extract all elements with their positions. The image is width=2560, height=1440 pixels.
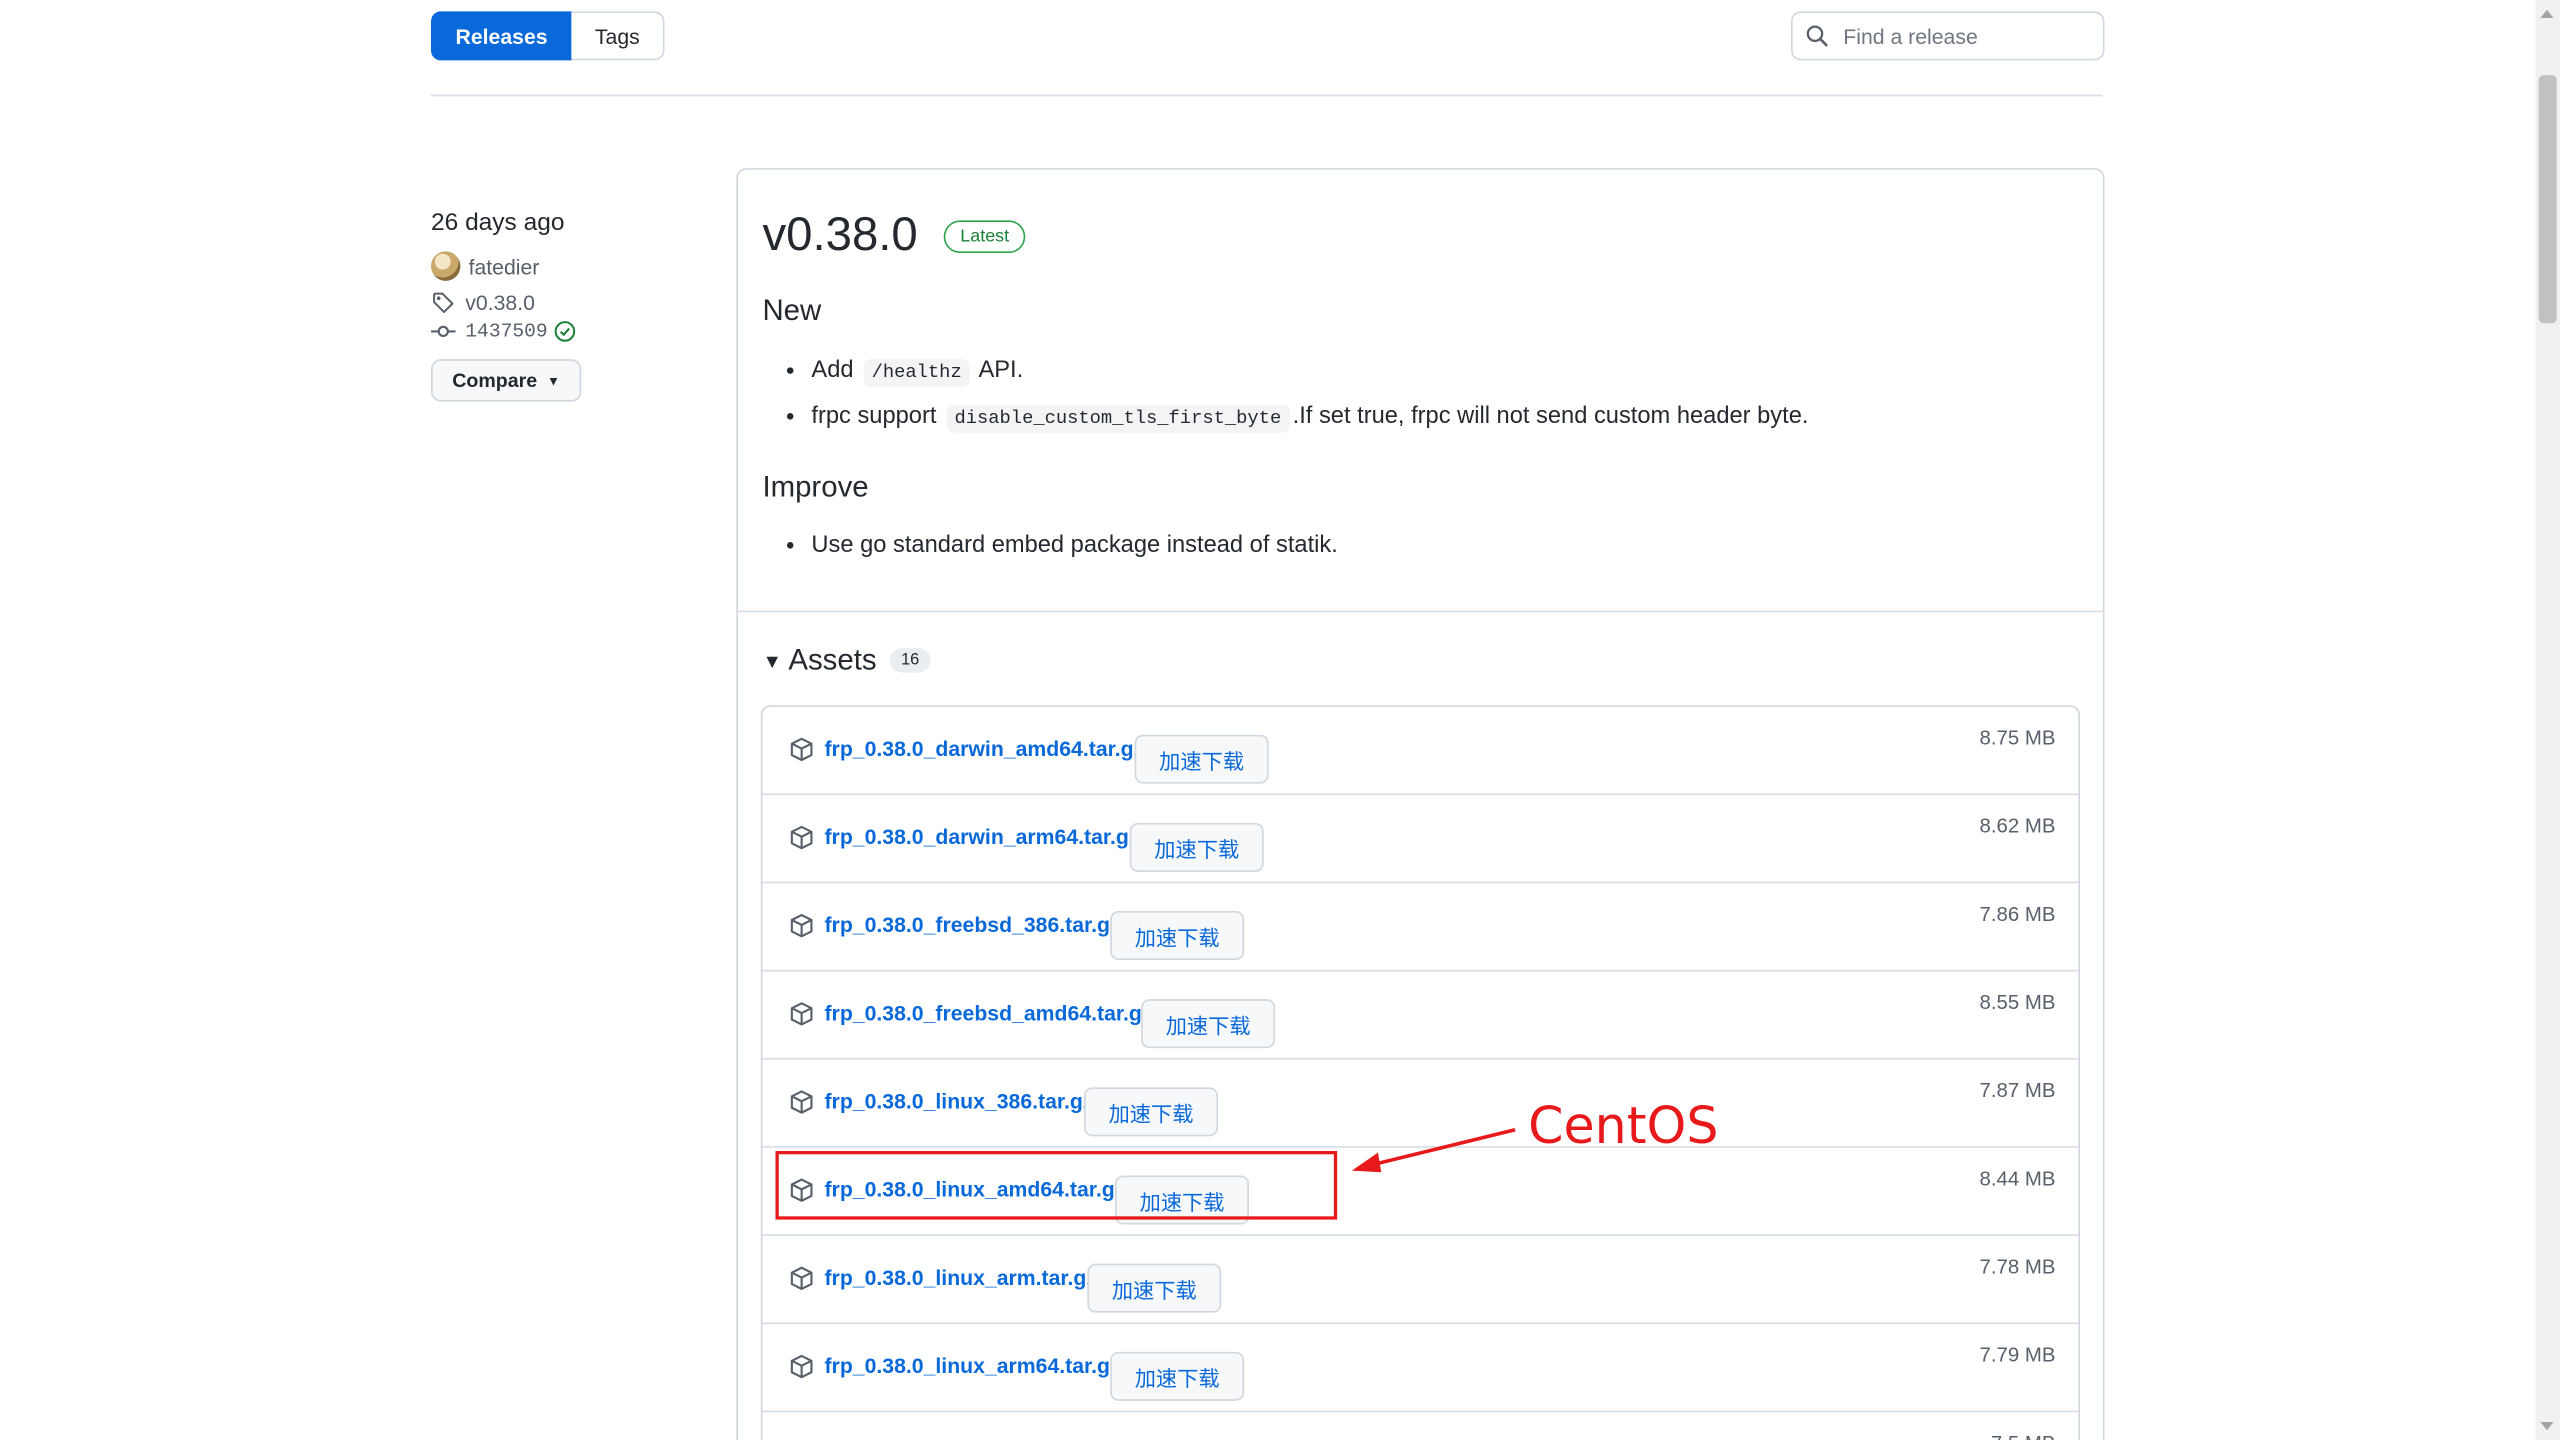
list-item: Add /healthz API. bbox=[811, 356, 1808, 389]
list-item: Use go standard embed package instead of… bbox=[811, 531, 1337, 560]
latest-badge: Latest bbox=[943, 219, 1026, 253]
scroll-up-icon[interactable] bbox=[2540, 9, 2554, 18]
accelerated-download-button[interactable]: 加速下载 bbox=[1084, 1087, 1218, 1137]
asset-size: 7.87 MB bbox=[1979, 1079, 2056, 1103]
scrollbar-thumb[interactable] bbox=[2538, 75, 2557, 324]
asset-size: 8.62 MB bbox=[1979, 814, 2056, 838]
scroll-down-icon[interactable] bbox=[2540, 1422, 2554, 1431]
divider bbox=[431, 94, 2103, 97]
release-search[interactable] bbox=[1791, 11, 2105, 61]
accelerated-download-button[interactable]: 加速下载 bbox=[1087, 1263, 1222, 1313]
asset-size: 7.86 MB bbox=[1979, 902, 2056, 926]
caret-down-icon: ▼ bbox=[546, 373, 560, 388]
release-card: v0.38.0 Latest New Add /healthz API. frp… bbox=[736, 168, 2105, 1440]
author-row[interactable]: fatedier bbox=[431, 251, 725, 281]
annotation-label: CentOS bbox=[1528, 1097, 1719, 1156]
asset-link[interactable]: frp_0.38.0_freebsd_amd64.tar.gz bbox=[824, 1001, 1152, 1025]
verified-check-icon bbox=[554, 320, 577, 343]
triangle-down-icon: ▼ bbox=[762, 648, 782, 672]
asset-size: 7.78 MB bbox=[1979, 1255, 2056, 1279]
tab-tags[interactable]: Tags bbox=[572, 11, 665, 61]
commit-row[interactable]: 1437509 bbox=[431, 320, 725, 343]
accelerated-download-button[interactable]: 加速下载 bbox=[1110, 911, 1245, 960]
new-heading: New bbox=[762, 293, 822, 327]
search-input[interactable] bbox=[1839, 22, 2092, 50]
author-name[interactable]: fatedier bbox=[469, 254, 540, 278]
item-text: frpc support bbox=[811, 403, 937, 430]
item-text: API. bbox=[978, 357, 1024, 384]
divider bbox=[737, 610, 2103, 613]
commit-icon bbox=[431, 322, 456, 342]
asset-row: frp_0.38.0_freebsd_386.tar.gz 加速下载 7.86 MB bbox=[762, 883, 2079, 972]
tag-icon bbox=[431, 291, 455, 315]
package-icon bbox=[790, 1266, 813, 1291]
release-title[interactable]: v0.38.0 bbox=[762, 209, 917, 263]
releases-tags-nav: Releases Tags bbox=[431, 11, 665, 61]
assets-label: Assets bbox=[788, 643, 877, 676]
package-icon bbox=[790, 737, 813, 762]
asset-row: frp_0.38.0_freebsd_amd64.tar.gz 加速下载 8.55 … bbox=[762, 971, 2079, 1060]
improve-heading: Improve bbox=[762, 470, 869, 503]
page: Releases Tags 26 days ago fatedier v0.38… bbox=[0, 0, 2560, 1440]
accelerated-download-button[interactable]: 加速下载 bbox=[1141, 999, 1276, 1049]
asset-list: frp_0.38.0_darwin_amd64.tar.gz 加速下载 8.75 M… bbox=[760, 705, 2080, 1440]
release-header: v0.38.0 Latest bbox=[762, 209, 1026, 263]
asset-link[interactable]: frp_0.38.0_freebsd_386.tar.gz bbox=[824, 913, 1120, 937]
accelerated-download-button[interactable]: 加速下载 bbox=[1134, 734, 1269, 784]
asset-size: 7.5 MB bbox=[1991, 1432, 2056, 1440]
item-text: Add bbox=[811, 357, 854, 384]
tab-releases[interactable]: Releases bbox=[431, 11, 573, 61]
asset-link[interactable]: frp_0.38.0_darwin_amd64.tar.gz bbox=[824, 736, 1144, 760]
scrollbar[interactable] bbox=[2535, 0, 2560, 1440]
improve-list: Use go standard embed package instead of… bbox=[762, 531, 1337, 573]
inline-code: /healthz bbox=[863, 359, 970, 387]
annotation-highlight-box bbox=[775, 1151, 1338, 1220]
new-list: Add /healthz API. frpc support disable_c… bbox=[762, 356, 1808, 447]
asset-size: 8.55 MB bbox=[1979, 991, 2056, 1014]
compare-button[interactable]: Compare ▼ bbox=[431, 359, 582, 402]
asset-row: frp_0.38.0_linux_mips.tar.gz加速下载7.5 MB bbox=[762, 1412, 2078, 1440]
asset-row: frp_0.38.0_darwin_amd64.tar.gz 加速下载 8.75 M… bbox=[762, 707, 2079, 796]
asset-row: frp_0.38.0_linux_arm64.tar.gz 加速下载 7.79 MB bbox=[762, 1324, 2079, 1413]
asset-row: frp_0.38.0_linux_arm.tar.gz 加速下载 7.78 MB bbox=[762, 1236, 2079, 1325]
package-icon bbox=[790, 1354, 813, 1379]
assets-toggle[interactable]: ▼ Assets 16 bbox=[762, 643, 931, 677]
asset-link[interactable]: frp_0.38.0_darwin_arm64.tar.gz bbox=[824, 824, 1139, 848]
release-time: 26 days ago bbox=[431, 208, 565, 237]
tag-row[interactable]: v0.38.0 bbox=[431, 291, 725, 315]
asset-link[interactable]: frp_0.38.0_linux_arm.tar.gz bbox=[824, 1265, 1097, 1289]
asset-size: 8.75 MB bbox=[1979, 726, 2056, 750]
asset-link[interactable]: frp_0.38.0_linux_arm64.tar.gz bbox=[824, 1353, 1120, 1377]
list-item: frpc support disable_custom_tls_first_by… bbox=[811, 402, 1808, 435]
assets-count-badge: 16 bbox=[889, 648, 931, 673]
asset-size: 7.79 MB bbox=[1979, 1343, 2056, 1367]
package-icon bbox=[790, 1090, 813, 1114]
inline-code: disable_custom_tls_first_byte bbox=[946, 404, 1290, 433]
accelerated-download-button[interactable]: 加速下载 bbox=[1110, 1351, 1245, 1401]
commit-hash[interactable]: 1437509 bbox=[465, 320, 547, 343]
item-text: .If set true, frpc will not send custom … bbox=[1292, 403, 1809, 430]
avatar bbox=[431, 251, 461, 281]
package-icon bbox=[790, 825, 813, 850]
accelerated-download-button[interactable]: 加速下载 bbox=[1129, 822, 1264, 872]
tag-name[interactable]: v0.38.0 bbox=[465, 291, 535, 315]
asset-row: frp_0.38.0_darwin_arm64.tar.gz 加速下载 8.62 M… bbox=[762, 795, 2079, 884]
asset-size: 8.44 MB bbox=[1979, 1167, 2056, 1191]
asset-link[interactable]: frp_0.38.0_linux_386.tar.gz bbox=[824, 1089, 1093, 1113]
release-meta: 26 days ago fatedier v0.38.0 1437509 Com… bbox=[431, 206, 725, 402]
search-icon bbox=[1806, 24, 1829, 47]
package-icon bbox=[790, 1002, 813, 1026]
compare-label: Compare bbox=[452, 368, 538, 392]
package-icon bbox=[790, 914, 813, 938]
annotation-arrow-icon bbox=[1351, 1128, 1516, 1173]
